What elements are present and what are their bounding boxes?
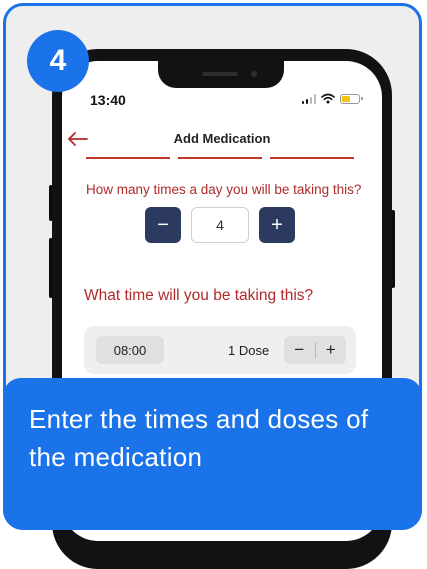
progress-segment [86, 157, 170, 159]
status-icons [301, 93, 363, 104]
dose-increment-button[interactable]: + [316, 336, 347, 364]
progress-indicator [86, 157, 354, 159]
page-title: Add Medication [173, 131, 271, 146]
phone-notch [158, 61, 284, 88]
caption-panel: Enter the times and doses of the medicat… [3, 378, 422, 530]
dose-label: 1 Dose [228, 343, 270, 358]
battery-icon [340, 93, 363, 104]
frequency-stepper: − 4 + [145, 207, 295, 243]
schedule-row: 08:00 1 Dose − + [84, 326, 356, 374]
caption-text: Enter the times and doses of the medicat… [29, 404, 369, 472]
frequency-value[interactable]: 4 [191, 207, 249, 243]
progress-segment [270, 157, 354, 159]
schedule-question: What time will you be taking this? [84, 287, 314, 304]
status-time: 13:40 [90, 92, 126, 108]
frequency-question: How many times a day you will be taking … [86, 182, 362, 197]
speaker-grille [202, 72, 238, 76]
step-number-badge: 4 [27, 30, 89, 92]
signal-icon [301, 93, 316, 104]
progress-segment [178, 157, 262, 159]
dose-stepper: − + [284, 336, 346, 364]
dose-decrement-button[interactable]: − [284, 336, 315, 364]
time-picker[interactable]: 08:00 [96, 336, 164, 364]
decrement-button[interactable]: − [145, 207, 181, 243]
increment-button[interactable]: + [259, 207, 295, 243]
wifi-icon [321, 93, 335, 104]
front-camera [251, 71, 257, 77]
